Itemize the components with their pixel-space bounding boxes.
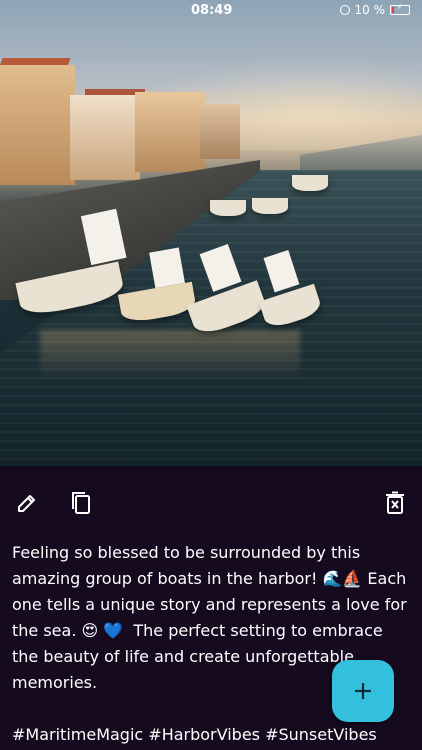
status-time: 08:49 (191, 3, 233, 18)
boat (252, 198, 288, 214)
status-indicators: 10 % ⚡ (339, 3, 410, 17)
battery-fill (392, 7, 394, 13)
orientation-lock-icon (339, 5, 350, 15)
trash-icon (386, 491, 404, 514)
add-button[interactable] (332, 660, 394, 722)
edit-button[interactable] (12, 488, 42, 518)
boat (292, 175, 328, 191)
post-hashtags: #MaritimeMagic #HarborVibes #SunsetVibes (12, 725, 377, 744)
building (200, 104, 240, 159)
battery-icon: ⚡ (390, 3, 410, 15)
charging-bolt-icon: ⚡ (396, 3, 403, 13)
post-toolbar (0, 488, 422, 520)
boat (210, 200, 246, 216)
boat-cabin (149, 247, 185, 289)
building (0, 65, 75, 185)
post-photo (0, 0, 422, 466)
building (135, 92, 205, 172)
water-reflection (40, 330, 300, 380)
status-bar: 08:49 10 % ⚡ (0, 0, 422, 24)
battery-percent: 10 % (354, 3, 386, 17)
plus-icon (355, 683, 371, 699)
pencil-icon (18, 495, 35, 512)
building (70, 95, 140, 180)
copy-icon (72, 492, 90, 514)
delete-button[interactable] (380, 488, 410, 518)
copy-button[interactable] (66, 488, 96, 518)
